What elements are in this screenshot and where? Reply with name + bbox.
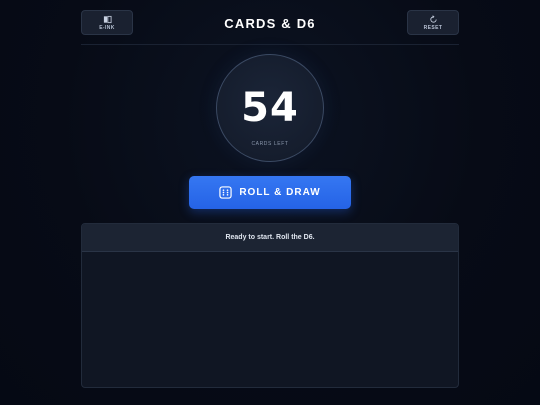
status-message: Ready to start. Roll the D6. — [82, 224, 458, 252]
log-panel: Ready to start. Roll the D6. — [81, 223, 459, 388]
roll-and-draw-button[interactable]: ROLL & DRAW — [189, 176, 351, 209]
page-title: CARDS & D6 — [224, 16, 316, 31]
app: E-INK CARDS & D6 RESET 54 CARDS LEFT ROL… — [0, 0, 540, 405]
log-body — [82, 252, 458, 387]
top-bar: E-INK CARDS & D6 RESET — [81, 10, 459, 37]
roll-and-draw-label: ROLL & DRAW — [239, 187, 321, 198]
cards-left-label: CARDS LEFT — [251, 141, 289, 147]
header-divider — [81, 44, 459, 45]
dice-icon — [219, 186, 232, 199]
reset-label: RESET — [423, 24, 443, 31]
refresh-icon — [429, 14, 437, 23]
cards-left-counter: 54 CARDS LEFT — [216, 54, 324, 162]
cards-left-value: 54 — [241, 85, 299, 131]
reset-button[interactable]: RESET — [407, 10, 459, 35]
